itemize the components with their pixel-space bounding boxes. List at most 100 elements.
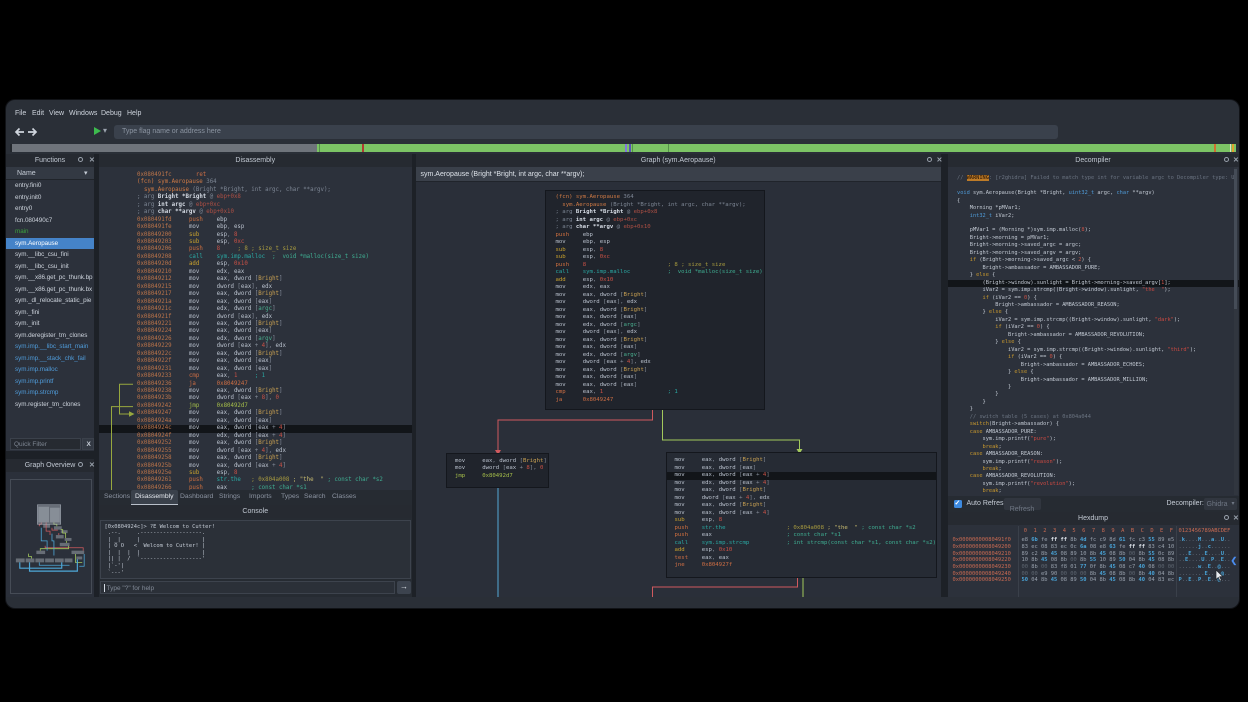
decompiler-line[interactable]: Bright->morning = pMVar1; [948, 235, 1239, 242]
function-item-main[interactable]: main [6, 226, 94, 238]
quick-filter-clear-button[interactable]: X [82, 438, 94, 450]
graph-entry-line[interactable]: mov eax, dword [Bright] [556, 292, 761, 300]
decompiler-line[interactable]: // switch table (5 cases) at 0x804a044 [948, 414, 1239, 421]
decompiler-line[interactable]: case AMBASSADOR_REVOLUTION: [948, 473, 1239, 480]
graph-entry-line[interactable]: mov eax, dword [eax] [556, 374, 761, 382]
graph-entry-line[interactable]: cmp eax, 1 ; 1 [556, 389, 761, 397]
decompiler-line[interactable]: Bright->ambassador = AMBASSADOR_REASON; [948, 302, 1239, 309]
graph-entry-line[interactable]: call sym.imp.malloc ; void *malloc(size_… [556, 269, 761, 277]
tab-strings[interactable]: Strings [215, 490, 244, 505]
tab-disassembly[interactable]: Disassembly [131, 490, 178, 505]
function-item-sym.imp.strcmp[interactable]: sym.imp.strcmp [6, 387, 94, 399]
graph-entry-line[interactable]: sub esp, 0xc [556, 254, 761, 262]
menu-view[interactable]: View [49, 107, 64, 121]
minimap-viewport[interactable] [37, 505, 60, 525]
console-send-button[interactable]: → [397, 581, 412, 594]
graph-true-line[interactable]: test eax, eax [667, 555, 936, 563]
graph-false-line[interactable]: mov eax, dword [Bright] [455, 458, 545, 466]
function-item-sym.register_tm_clones[interactable]: sym.register_tm_clones [6, 399, 94, 411]
graph-entry-line[interactable]: add esp, 0x10 [556, 277, 761, 285]
graph-entry-line[interactable]: mov eax, dword [eax] [556, 314, 761, 322]
graph-entry-line[interactable]: push 8 ; 8 ; size_t size [556, 262, 761, 270]
graph-entry-line[interactable]: mov edx, eax [556, 284, 761, 292]
graph-entry-line[interactable]: mov dword [eax], edx [556, 299, 761, 307]
decompiler-line[interactable]: } else { [948, 309, 1239, 316]
function-item-sym.imp.__libc_start_main[interactable]: sym.imp.__libc_start_main [6, 341, 94, 353]
address-seekbar[interactable] [10, 144, 1236, 152]
engine-select[interactable]: Ghidra ▾ [1204, 498, 1237, 510]
decompiler-line[interactable]: } [948, 391, 1239, 398]
quick-filter-input[interactable]: Quick Filter [10, 438, 81, 450]
function-item-entry.init0[interactable]: entry.init0 [6, 192, 94, 204]
decompiler-line[interactable]: if (iVar2 == 0) { [948, 295, 1239, 302]
tab-imports[interactable]: Imports [245, 490, 276, 505]
decompiler-line-current[interactable]: (Bright->window).sunlight = Bright->morn… [948, 280, 1239, 287]
tab-dashboard[interactable]: Dashboard [176, 490, 217, 505]
decompiler-close-icon[interactable]: ✕ [1233, 156, 1239, 164]
graph-entry-line[interactable]: ; arg char **argv @ ebp+0x10 [556, 224, 761, 232]
menu-help[interactable]: Help [127, 107, 141, 121]
decompiler-line[interactable]: sym.imp.printf("pure"); [948, 436, 1239, 443]
decompiler-line[interactable]: break; [948, 444, 1239, 451]
decompiler-line[interactable]: Bright->ambassador = AMBASSADOR_REVOLUTI… [948, 332, 1239, 339]
menu-debug[interactable]: Debug [101, 107, 122, 121]
graph-true-line[interactable]: mov edx, dword [eax + 4] [667, 480, 936, 488]
graph-overview-float-icon[interactable] [78, 462, 83, 467]
decompiler-line[interactable]: Bright->ambassador = AMBASSADOR_ECHOES; [948, 362, 1239, 369]
decompiler-line[interactable]: pMVar1 = (Morning *)sym.imp.malloc(8); [948, 227, 1239, 234]
function-item-entry0[interactable]: entry0 [6, 203, 94, 215]
decompiler-line[interactable]: Bright->morning->saved_argv = argv; [948, 250, 1239, 257]
graph-true-line[interactable]: mov eax, dword [eax + 4] [667, 510, 936, 518]
decompiler-line[interactable]: Morning *pMVar1; [948, 205, 1239, 212]
graph-entry-line[interactable]: ja 0x8049247 [556, 397, 761, 405]
decompiler-scrollbar[interactable] [1234, 167, 1238, 495]
decompiler-line[interactable]: sym.imp.printf("revolution"); [948, 481, 1239, 488]
graph-entry-line[interactable]: mov eax, dword [eax] [556, 344, 761, 352]
graph-entry-line[interactable]: mov eax, dword [Bright] [556, 367, 761, 375]
graph-block-entry[interactable]: (fcn) sym.Aeropause 364 sym.Aeropause (B… [545, 190, 765, 410]
graph-false-line[interactable]: mov dword [eax + 8], 0 [455, 465, 545, 473]
graph-true-line[interactable]: mov eax, dword [Bright] [667, 487, 936, 495]
decompiler-line[interactable]: break; [948, 488, 1239, 495]
function-item-sym._fini[interactable]: sym._fini [6, 307, 94, 319]
graph-true-line[interactable]: call sym.imp.strcmp ; int strcmp(const c… [667, 540, 936, 548]
decompiler-line[interactable]: Bright->morning->saved_argc = argc; [948, 242, 1239, 249]
function-item-sym._init[interactable]: sym._init [6, 318, 94, 330]
decompiler-float-icon[interactable] [1224, 157, 1229, 162]
graph-overview-close-icon[interactable]: ✕ [89, 461, 95, 469]
graph-close-icon[interactable]: ✕ [937, 156, 943, 164]
graph-true-line[interactable]: mov eax, dword [Bright] [667, 457, 936, 465]
graph-false-line[interactable]: jmp 0x80492d7 [455, 473, 545, 481]
decompiler-line[interactable] [948, 183, 1239, 190]
decompiler-line[interactable]: // WARNING: [r2ghidra] Failed to match t… [948, 175, 1239, 182]
decompiler-line[interactable]: switch(Bright->ambassador) { [948, 421, 1239, 428]
functions-close-icon[interactable]: ✕ [89, 156, 95, 164]
function-item-sym.__libc_csu_init[interactable]: sym.__libc_csu_init [6, 261, 94, 273]
graph-entry-line[interactable]: mov eax, dword [Bright] [556, 337, 761, 345]
graph-entry-line[interactable]: sym.Aeropause (Bright *Bright, int argc,… [556, 202, 761, 210]
debug-start-icon[interactable] [94, 127, 101, 135]
decompiler-line[interactable]: int32_t iVar2; [948, 213, 1239, 220]
decompiler-line[interactable]: } else { [948, 339, 1239, 346]
graph-true-line[interactable]: add esp, 0x10 [667, 547, 936, 555]
auto-refresh-checkbox[interactable]: ✓ [954, 500, 963, 509]
hexdump-seek-arrow-icon[interactable]: ❮ [1231, 556, 1238, 565]
decompiler-line[interactable]: iVar2 = sym.imp.strcmp((Bright->window).… [948, 317, 1239, 324]
decompiler-line[interactable]: void sym.Aeropause(Bright *Bright, uint3… [948, 190, 1239, 197]
graph-true-line[interactable]: push str.the ; 0x804a008 ; "the " ; cons… [667, 525, 936, 533]
graph-entry-line[interactable]: sub esp, 8 [556, 247, 761, 255]
function-item-sym.imp.malloc[interactable]: sym.imp.malloc [6, 364, 94, 376]
decompiler-line[interactable]: } else { [948, 272, 1239, 279]
function-item-entry.fini0[interactable]: entry.fini0 [6, 180, 94, 192]
graph-entry-line[interactable]: mov edx, dword [argv] [556, 352, 761, 360]
graph-true-line-current[interactable]: mov eax, dword [eax + 4] [667, 472, 936, 480]
decompiler-line[interactable]: } else { [948, 369, 1239, 376]
menu-file[interactable]: File [15, 107, 26, 121]
graph-entry-line[interactable]: mov eax, dword [eax] [556, 382, 761, 390]
decompiler-line[interactable]: { [948, 198, 1239, 205]
graph-true-line[interactable]: mov dword [eax + 4], edx [667, 495, 936, 503]
decompiler-line[interactable]: Bright->ambassador = AMBASSADOR_MILLION; [948, 377, 1239, 384]
graph-entry-line[interactable]: mov dword [eax], edx [556, 329, 761, 337]
function-item-sym._dl_relocate_static_pie[interactable]: sym._dl_relocate_static_pie [6, 295, 94, 307]
decompiler-line[interactable] [948, 220, 1239, 227]
